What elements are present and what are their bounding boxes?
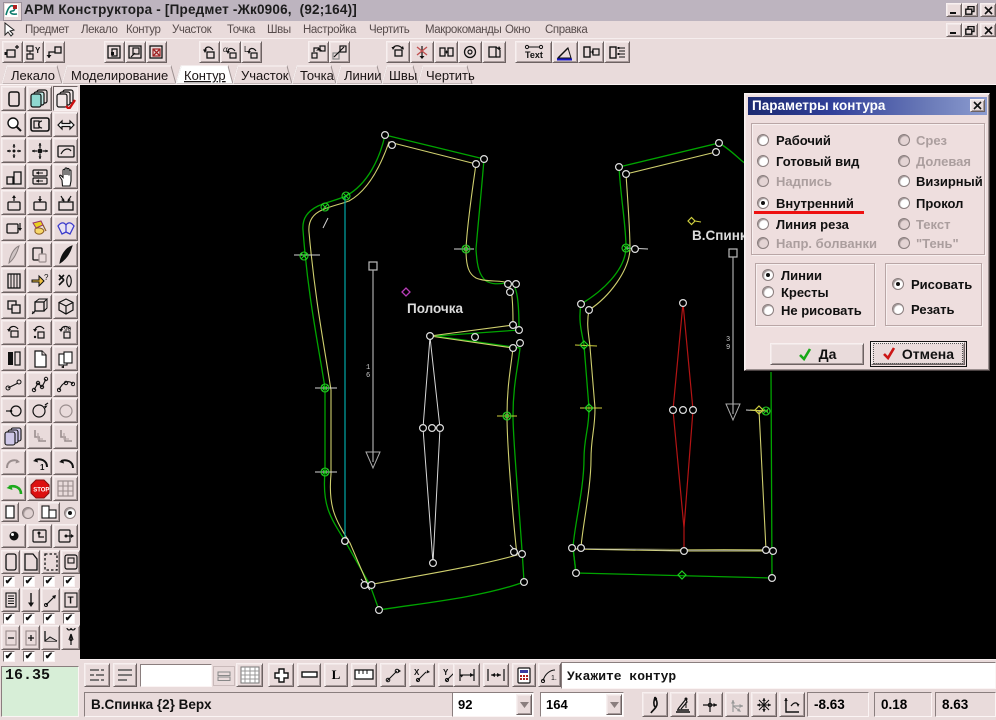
svg-text:Y: Y bbox=[35, 46, 41, 55]
svg-text:3: 3 bbox=[726, 336, 730, 344]
svg-text:Моделирование: Моделирование bbox=[71, 68, 168, 83]
svg-text:Text: Text bbox=[525, 50, 543, 60]
svg-text:1.: 1. bbox=[551, 675, 557, 682]
svg-text:Швы: Швы bbox=[389, 68, 417, 83]
svg-text:9: 9 bbox=[726, 344, 730, 352]
svg-text:?: ? bbox=[44, 273, 49, 282]
svg-text:1: 1 bbox=[366, 364, 370, 372]
svg-text:Y: Y bbox=[443, 668, 449, 677]
svg-text:Линии: Линии bbox=[344, 68, 382, 83]
svg-text:Полочка: Полочка bbox=[407, 301, 464, 316]
svg-text:Чертить: Чертить bbox=[426, 68, 475, 83]
svg-text:Лекало: Лекало bbox=[11, 68, 55, 83]
svg-text:90: 90 bbox=[64, 326, 72, 333]
svg-text:Контур: Контур bbox=[184, 68, 226, 83]
svg-text:STOP: STOP bbox=[33, 487, 49, 493]
svg-text:X: X bbox=[414, 668, 420, 677]
svg-text:6: 6 bbox=[366, 372, 370, 380]
svg-text:T: T bbox=[67, 596, 73, 607]
svg-text:Участок: Участок bbox=[241, 68, 289, 83]
svg-text:1: 1 bbox=[40, 463, 45, 471]
svg-text:Точка: Точка bbox=[300, 68, 335, 83]
